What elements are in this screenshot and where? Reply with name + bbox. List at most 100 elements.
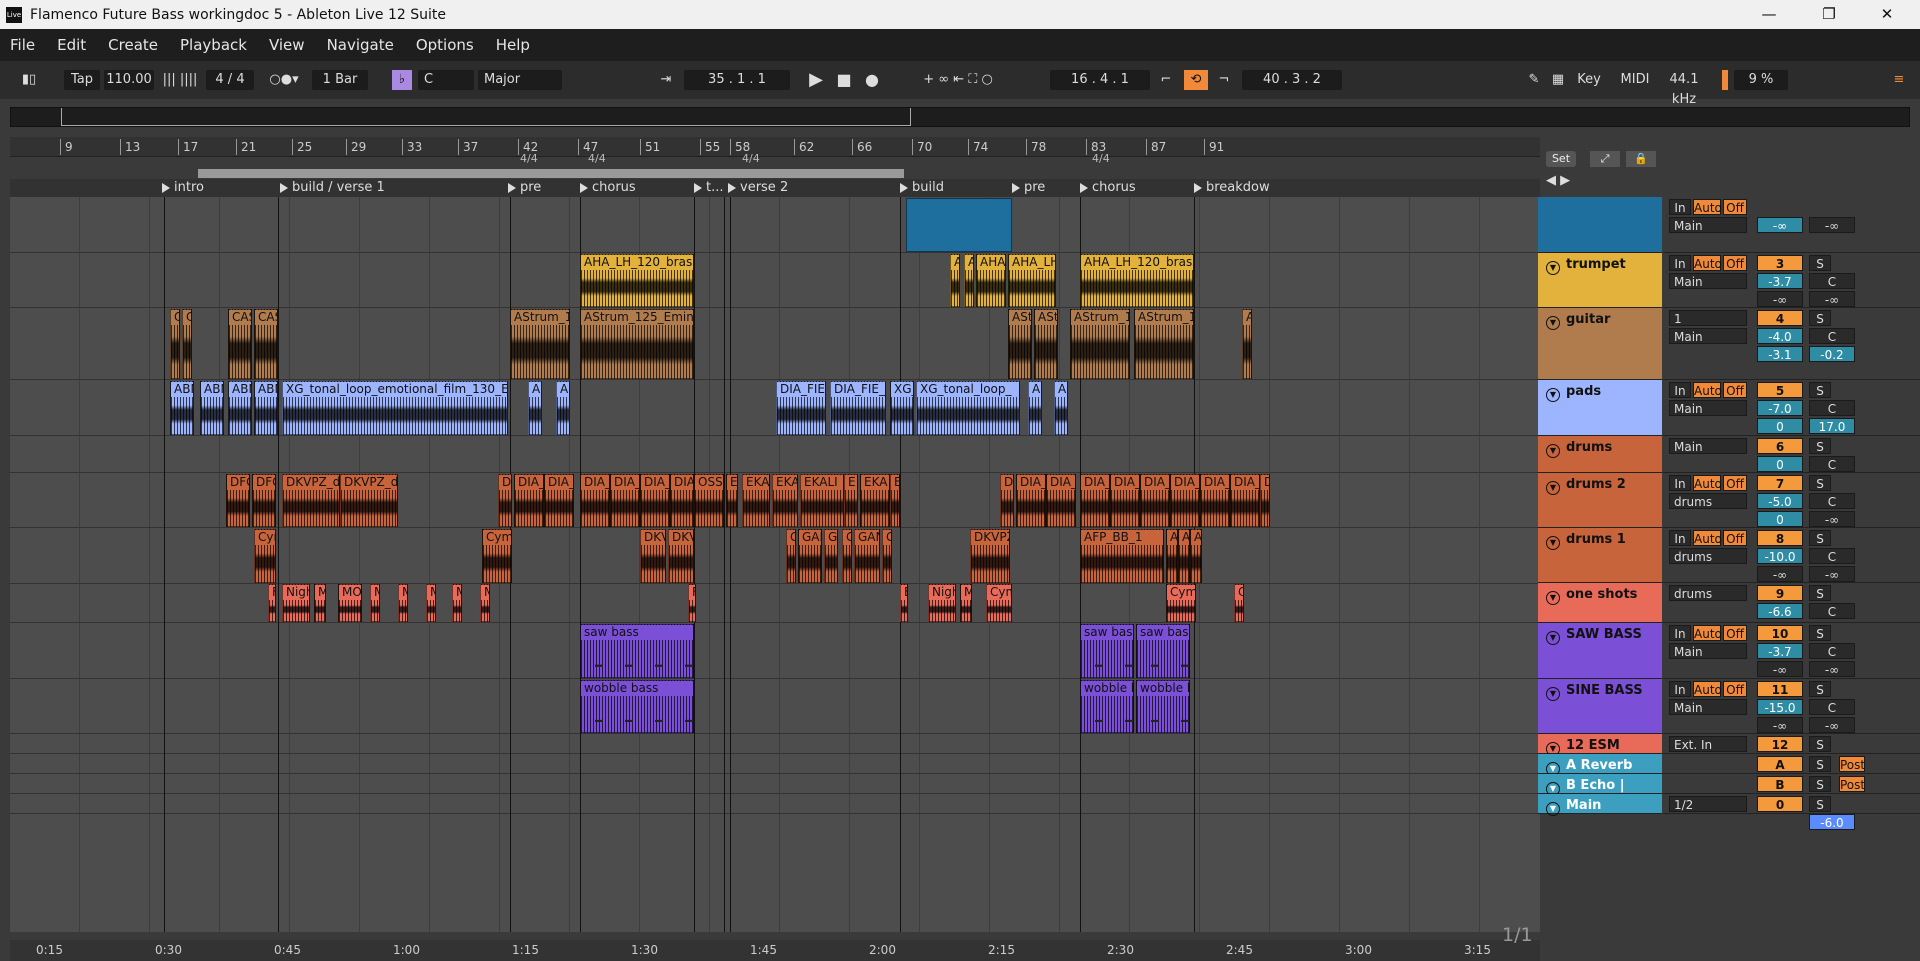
monitor-off-button[interactable]: Off [1723, 199, 1747, 215]
send-a[interactable]: -3.1 [1757, 346, 1803, 362]
keyboard-icon[interactable]: ▦ [1548, 70, 1568, 90]
send-a[interactable]: -∞ [1757, 717, 1803, 733]
volume-field[interactable]: -4.0 [1757, 328, 1803, 344]
clip[interactable]: GAN [798, 529, 822, 583]
solo-button[interactable]: S [1809, 625, 1831, 641]
volume-field[interactable]: -∞ [1757, 217, 1803, 233]
pan-field[interactable]: -∞ [1809, 217, 1855, 233]
clip[interactable]: XG_tonal_loop_emotional_film_130_Ebm [282, 381, 508, 435]
clip[interactable]: DIA_I [514, 474, 544, 527]
solo-button[interactable]: S [1809, 796, 1831, 812]
clip[interactable]: EKA [860, 474, 890, 527]
lock-icon[interactable]: 🔒 [1626, 151, 1656, 167]
send-b[interactable]: -∞ [1809, 717, 1855, 733]
clip[interactable]: ABN [228, 381, 252, 435]
locator[interactable]: build / verse 1 [280, 180, 385, 195]
clip[interactable]: AB [1054, 381, 1068, 435]
solo-button[interactable]: S [1809, 681, 1831, 697]
fold-icon[interactable]: ▼ [1546, 631, 1560, 645]
quantize-select[interactable]: 1 Bar [312, 70, 368, 90]
output-route-select[interactable]: drums [1669, 493, 1747, 509]
arrangement-lane[interactable] [10, 197, 1540, 253]
clip[interactable]: OSS [694, 474, 724, 527]
solo-button[interactable]: S [1809, 736, 1831, 752]
volume-field[interactable]: -3.7 [1757, 643, 1803, 659]
fold-icon[interactable]: ▼ [1546, 591, 1560, 605]
loop-start-field[interactable]: 16 . 4 . 1 [1050, 70, 1150, 90]
clip[interactable]: AFP_BB_1 [1080, 529, 1164, 583]
output-route-select[interactable]: Main [1669, 400, 1747, 416]
output-route-select[interactable]: 1/2 [1669, 796, 1747, 812]
clip[interactable]: E [900, 584, 908, 622]
track-activator[interactable]: A [1757, 756, 1803, 772]
pan-field[interactable]: C [1809, 456, 1855, 472]
clip[interactable]: DIA_I [1140, 474, 1170, 527]
clip[interactable]: DKVPZ_ [970, 529, 1010, 583]
arrangement-lane[interactable] [10, 754, 1540, 774]
output-route-select[interactable]: Main [1669, 328, 1747, 344]
monitor-in-button[interactable]: In [1669, 199, 1691, 215]
monitor-off-button[interactable]: Off [1723, 382, 1747, 398]
clip[interactable]: GA [882, 529, 892, 583]
clip[interactable]: AB [528, 381, 542, 435]
menu-navigate[interactable]: Navigate [323, 36, 398, 54]
pan-field[interactable]: C [1809, 548, 1855, 564]
loop-length-field[interactable]: 40 . 3 . 2 [1242, 70, 1342, 90]
clip[interactable]: MI [314, 584, 326, 622]
clip[interactable]: DIA_I [1170, 474, 1200, 527]
fold-icon[interactable]: ▼ [1546, 388, 1560, 402]
tempo-field[interactable]: 110.00 [104, 70, 154, 90]
clip[interactable]: CAS [228, 309, 252, 379]
clip[interactable]: DIA_I [1016, 474, 1046, 527]
clip[interactable]: A [1166, 529, 1178, 583]
clip[interactable]: DIA_FIE [776, 381, 826, 435]
loop-brace[interactable] [198, 169, 904, 178]
send-b[interactable]: -∞ [1809, 661, 1855, 677]
arrangement-lane[interactable] [10, 583, 1540, 623]
monitor-off-button[interactable]: Off [1723, 530, 1747, 546]
clip[interactable]: AB [1028, 381, 1042, 435]
monitor-in-button[interactable]: In [1669, 681, 1691, 697]
draw-mode-icon[interactable]: ✎ [1524, 70, 1544, 90]
monitor-auto-button[interactable]: Auto [1693, 625, 1722, 641]
solo-button[interactable]: S [1809, 438, 1831, 454]
send-b[interactable]: -0.2 [1809, 346, 1855, 362]
clip[interactable]: C [182, 309, 192, 379]
track-activator[interactable]: 10 [1757, 625, 1803, 641]
beat-ruler[interactable]: 9 13 17 21 25 29 33 37 42 47 51 55 58 62 66 70 74 78 83 87 9… [10, 137, 1540, 157]
arrangement-lane[interactable] [10, 253, 1540, 308]
loop-switch-icon[interactable]: ⟲ [1184, 70, 1208, 90]
stop-button[interactable]: ■ [834, 70, 854, 90]
scale-mode-icon[interactable]: ♭ [392, 70, 412, 90]
locator[interactable]: pre [1012, 180, 1045, 195]
locator[interactable]: intro [162, 180, 204, 195]
track-header[interactable] [1538, 197, 1662, 253]
track-header[interactable]: ▼ drums 2 [1538, 473, 1662, 528]
track-header[interactable]: ▼ pads [1538, 380, 1662, 436]
post-button[interactable]: Post [1839, 776, 1865, 792]
clip[interactable]: saw bass [1080, 624, 1134, 678]
track-header[interactable]: ▼ A Reverb [1538, 754, 1662, 776]
arrangement-lane[interactable] [10, 528, 1540, 584]
send-a[interactable]: -∞ [1757, 291, 1803, 307]
send-b[interactable]: -∞ [1809, 511, 1855, 527]
track-header[interactable]: ▼ drums [1538, 436, 1662, 473]
clip[interactable]: F [688, 584, 696, 622]
clip[interactable]: AS [1242, 309, 1252, 379]
track-activator[interactable]: 12 [1757, 736, 1803, 752]
locator[interactable]: build [900, 180, 944, 195]
solo-button[interactable]: S [1809, 382, 1831, 398]
play-button[interactable]: ▶ [806, 70, 826, 90]
fold-icon[interactable]: ▼ [1546, 261, 1560, 275]
pan-field[interactable]: C [1809, 603, 1855, 619]
clip[interactable]: E [844, 474, 858, 527]
menu-playback[interactable]: Playback [176, 36, 251, 54]
clip[interactable]: saw bass [1136, 624, 1190, 678]
clip[interactable]: AStrum_12 [1134, 309, 1194, 379]
track-activator[interactable]: 9 [1757, 585, 1803, 601]
clip[interactable]: Cymb [482, 529, 512, 583]
position-field[interactable]: 35 . 1 . 1 [684, 70, 790, 90]
output-route-select[interactable]: Main [1669, 217, 1747, 233]
maximize-button[interactable]: ❐ [1806, 0, 1852, 29]
clip[interactable]: CAS [254, 309, 278, 379]
